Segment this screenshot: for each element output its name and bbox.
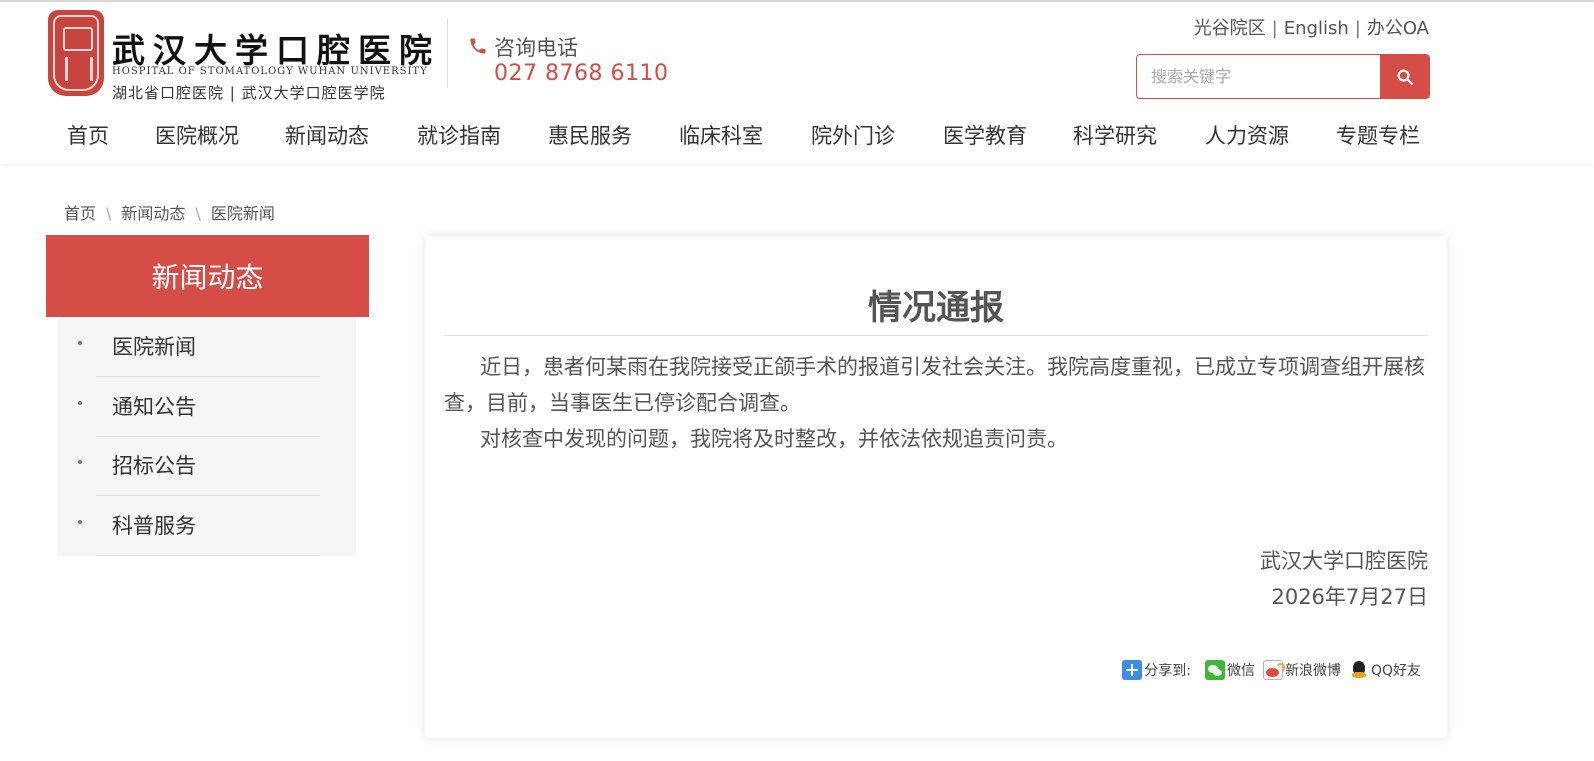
article-paragraph: 对核查中发现的问题，我院将及时整改，并依法依规追责问责。	[480, 427, 1068, 451]
article-title: 情况通报	[868, 288, 1004, 328]
nav-visit-guide[interactable]: 就诊指南	[417, 120, 501, 150]
article-signature-block: 武汉大学口腔医院 2026年7月27日	[1260, 543, 1428, 615]
nav-hospital-overview[interactable]: 医院概况	[155, 120, 239, 150]
sidebar-item-science-services[interactable]: 科普服务	[58, 496, 356, 556]
link-office-oa[interactable]: 办公OA	[1367, 18, 1429, 39]
wechat-icon	[1204, 660, 1225, 680]
article-panel: 情况通报 近日，患者何某雨在我院接受正颌手术的报道引发社会关注。我院高度重视，已…	[425, 236, 1447, 738]
weibo-icon	[1262, 660, 1285, 680]
sidebar-item-label: 医院新闻	[112, 335, 196, 359]
hospital-logo[interactable]: 武汉大学口腔医院 HOSPITAL OF STOMATOLOGY WUHAN U…	[48, 10, 432, 102]
search-box	[1136, 54, 1430, 99]
share-weibo[interactable]: 新浪微博	[1262, 660, 1341, 680]
phone-icon	[470, 38, 486, 54]
seal-icon	[48, 10, 104, 96]
share-wechat[interactable]: 微信	[1204, 660, 1255, 680]
breadcrumb-home[interactable]: 首页	[64, 204, 96, 223]
sidebar-item-hospital-news[interactable]: 医院新闻	[58, 317, 356, 377]
article-paragraph: 近日，患者何某雨在我院接受正颌手术的报道引发社会关注。我院高度重视，已成立专项调…	[444, 355, 1425, 415]
phone-number: 027 8768 6110	[494, 61, 669, 86]
qq-icon	[1348, 660, 1369, 680]
breadcrumb: 首页 \ 新闻动态 \ 医院新闻	[64, 204, 275, 223]
sidebar-title: 新闻动态	[46, 235, 369, 317]
nav-public-services[interactable]: 惠民服务	[548, 120, 632, 150]
article-date: 2026年7月27日	[1271, 585, 1428, 609]
article-body: 近日，患者何某雨在我院接受正颌手术的报道引发社会关注。我院高度重视，已成立专项调…	[444, 349, 1428, 457]
search-icon	[1397, 69, 1413, 85]
share-plus-icon[interactable]	[1122, 660, 1143, 680]
search-input[interactable]	[1137, 55, 1381, 98]
nav-outpatient[interactable]: 院外门诊	[811, 120, 895, 150]
nav-home[interactable]: 首页	[67, 120, 109, 150]
nav-human-resources[interactable]: 人力资源	[1205, 120, 1289, 150]
top-links: 光谷院区 | English | 办公OA	[1193, 18, 1429, 39]
sidebar-item-tenders[interactable]: 招标公告	[58, 436, 356, 496]
breadcrumb-hospital-news[interactable]: 医院新闻	[211, 204, 275, 223]
sidebar-item-label: 通知公告	[112, 395, 196, 419]
phone-label: 咨询电话	[494, 36, 578, 60]
logo-name-cn: 武汉大学口腔医院	[112, 31, 440, 70]
sidebar-item-notices[interactable]: 通知公告	[58, 377, 356, 437]
site-header: 武汉大学口腔医院 HOSPITAL OF STOMATOLOGY WUHAN U…	[0, 2, 1594, 164]
link-english[interactable]: English	[1284, 18, 1349, 39]
header-divider	[447, 18, 448, 88]
link-guanggu-campus[interactable]: 光谷院区	[1194, 18, 1266, 39]
logo-name-en: HOSPITAL OF STOMATOLOGY WUHAN UNIVERSITY	[112, 66, 428, 77]
nav-medical-education[interactable]: 医学教育	[943, 120, 1027, 150]
logo-subtitle: 湖北省口腔医院 | 武汉大学口腔医学院	[112, 84, 386, 102]
nav-clinical-departments[interactable]: 临床科室	[679, 120, 763, 150]
nav-news[interactable]: 新闻动态	[285, 120, 369, 150]
sidebar-menu: 医院新闻 通知公告 招标公告 科普服务	[58, 317, 356, 556]
main-nav: 首页 医院概况 新闻动态 就诊指南 惠民服务 临床科室 院外门诊 医学教育 科学…	[46, 120, 1446, 160]
share-qq[interactable]: QQ好友	[1348, 660, 1421, 680]
search-button[interactable]	[1380, 55, 1429, 98]
nav-research[interactable]: 科学研究	[1073, 120, 1157, 150]
breadcrumb-news[interactable]: 新闻动态	[121, 204, 185, 223]
sidebar-item-label: 科普服务	[112, 514, 196, 538]
nav-special-topics[interactable]: 专题专栏	[1336, 120, 1420, 150]
sidebar-item-label: 招标公告	[112, 454, 196, 478]
article-signature: 武汉大学口腔医院	[1260, 549, 1428, 573]
title-divider	[444, 335, 1428, 336]
share-bar: 分享到: 微信 新浪微博 QQ好友	[1122, 660, 1421, 680]
share-label: 分享到:	[1144, 663, 1191, 679]
